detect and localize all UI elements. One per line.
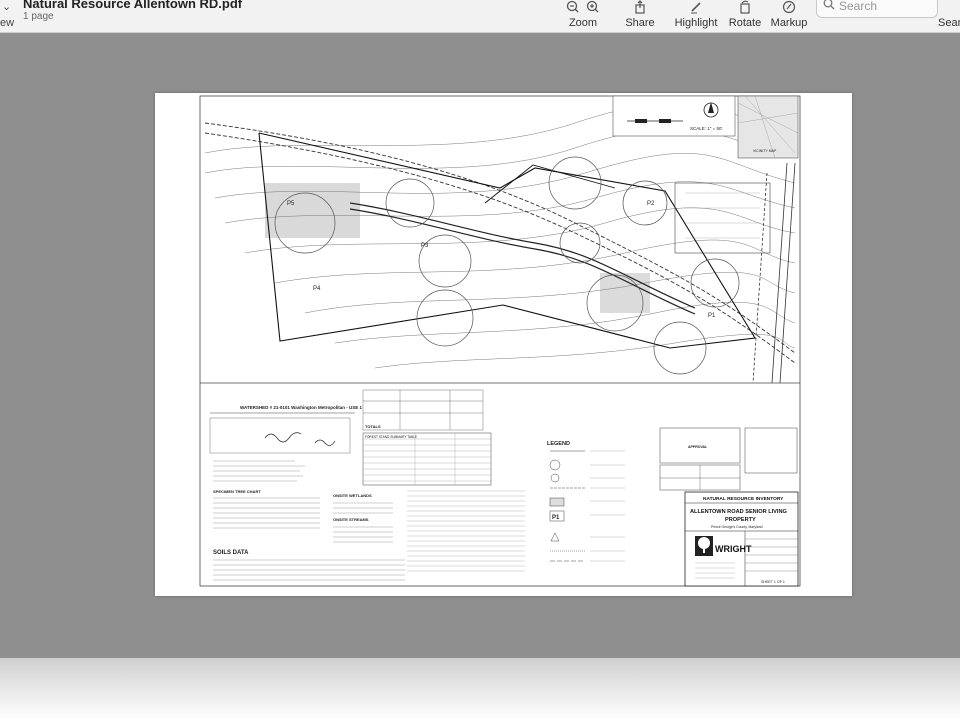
plot-label: P5 bbox=[287, 201, 295, 207]
view-label[interactable]: ew bbox=[0, 17, 14, 29]
onsite-streams-label: ONSITE STREAMS bbox=[333, 517, 369, 522]
highlight-button[interactable]: Highlight bbox=[672, 0, 720, 32]
markup-button[interactable]: Markup bbox=[770, 0, 808, 32]
share-icon bbox=[622, 0, 658, 16]
zoom-icons[interactable] bbox=[556, 0, 610, 16]
plot-label: P3 bbox=[421, 243, 429, 249]
rotate-button[interactable]: Rotate bbox=[727, 0, 763, 32]
approval-label: APPROVAL bbox=[688, 445, 708, 449]
title-block-heading: NATURAL RESOURCE INVENTORY bbox=[703, 496, 784, 502]
zoom-label: Zoom bbox=[568, 17, 598, 29]
watershed-label: WATERSHED # 21-0101 Washington Metropoli… bbox=[240, 405, 363, 410]
search-label: Searc bbox=[938, 17, 960, 29]
pdf-page[interactable]: P5 P3 P4 P2 P1 VICINITY MAP SCALE: 1" = … bbox=[155, 93, 852, 596]
company-logo bbox=[695, 536, 713, 556]
project-name-line1: ALLENTOWN ROAD SENIOR LIVING bbox=[690, 509, 787, 515]
specimen-chart-label: SPECIMEN TREE CHART bbox=[213, 489, 261, 494]
zoom-control[interactable]: Zoom bbox=[556, 0, 610, 32]
markup-label: Markup bbox=[770, 17, 808, 29]
legend-plot-symbol: P1 bbox=[552, 515, 560, 521]
page-count: 1 page bbox=[23, 11, 54, 22]
share-button[interactable]: Share bbox=[622, 0, 658, 32]
rotate-icon bbox=[727, 0, 763, 16]
markup-icon bbox=[770, 0, 808, 16]
county-label: Prince George's County, Maryland bbox=[711, 525, 763, 529]
chevron-down-icon[interactable]: ⌄ bbox=[2, 0, 11, 13]
plot-label: P1 bbox=[708, 313, 716, 319]
share-label: Share bbox=[625, 17, 655, 29]
document-title: Natural Resource Allentown RD.pdf bbox=[23, 0, 243, 11]
soils-data-label: SOILS DATA bbox=[213, 550, 249, 556]
rotate-label: Rotate bbox=[728, 17, 762, 29]
plot-label: P4 bbox=[313, 286, 321, 292]
vicinity-map-label: VICINITY MAP bbox=[753, 149, 777, 153]
totals-label: TOTALS bbox=[365, 424, 381, 429]
scale-label: SCALE: 1" = 50' bbox=[690, 126, 722, 131]
sheet-number: SHEET 1 OF 1 bbox=[761, 580, 785, 584]
highlighter-icon bbox=[672, 0, 720, 16]
plot-label: P2 bbox=[647, 201, 655, 207]
search-icon bbox=[823, 0, 835, 13]
highlight-label: Highlight bbox=[674, 17, 718, 29]
search-placeholder: Search bbox=[839, 0, 878, 13]
onsite-wetlands-label: ONSITE WETLANDS bbox=[333, 493, 372, 498]
legend-label: LEGEND bbox=[547, 441, 570, 447]
window-bottom-shade bbox=[0, 658, 960, 720]
project-name-line2: PROPERTY bbox=[725, 517, 756, 523]
site-plan-drawing: P5 P3 P4 P2 P1 VICINITY MAP SCALE: 1" = … bbox=[199, 95, 801, 587]
toolbar: ⌄ ew Natural Resource Allentown RD.pdf 1… bbox=[0, 0, 960, 33]
forest-summary-label: FOREST STAND SUMMARY TABLE bbox=[365, 435, 417, 439]
search-input[interactable]: Search bbox=[816, 0, 938, 18]
company-name: WRIGHT bbox=[715, 544, 752, 554]
